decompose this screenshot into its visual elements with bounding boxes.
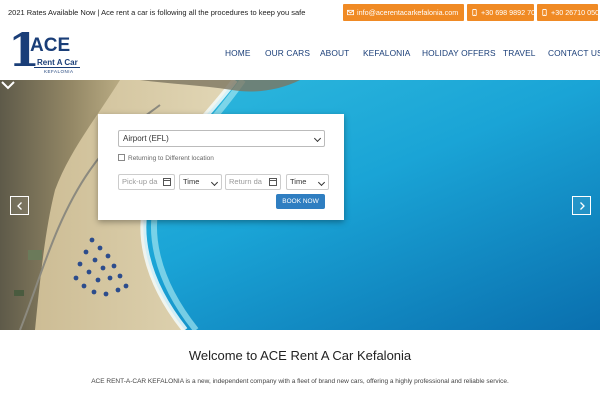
calendar-icon — [163, 178, 171, 186]
site-header: 1 ACE Rent A Car KEFALONIA HOME OUR CARS… — [0, 26, 600, 80]
return-time-value: Time — [290, 177, 307, 186]
booking-form: Airport (EFL) Returning to Different loc… — [98, 114, 344, 220]
chevron-left-icon — [17, 202, 22, 210]
pickup-time-select[interactable]: Time — [179, 174, 222, 190]
logo[interactable]: 1 ACE Rent A Car KEFALONIA — [8, 27, 86, 78]
chevron-right-icon — [580, 202, 585, 210]
welcome-text: ACE RENT-A-CAR KEFALONIA is a new, indep… — [91, 378, 509, 385]
return-different-location[interactable]: Returning to Different location — [118, 154, 214, 164]
slider-prev-button[interactable] — [10, 196, 29, 215]
hero-slider: Airport (EFL) Returning to Different loc… — [0, 80, 600, 330]
nav-about[interactable]: ABOUT — [320, 48, 349, 58]
return-date-input[interactable]: Return da — [225, 174, 281, 190]
book-now-button[interactable]: BOOK NOW — [276, 194, 325, 209]
mobile-number[interactable]: +30 698 9892 701 — [481, 8, 539, 17]
nav-contact-us[interactable]: CONTACT US — [548, 48, 600, 58]
email-button[interactable]: info@acerentacarkefalonia.com — [343, 4, 464, 21]
top-bar: 2021 Rates Available Now | Ace rent a ca… — [0, 0, 600, 26]
return-different-label: Returning to Different location — [128, 155, 214, 162]
chevron-down-icon — [313, 134, 322, 143]
logo-location: KEFALONIA — [44, 69, 74, 74]
logo-name: ACE — [30, 35, 71, 56]
pickup-time-value: Time — [183, 177, 200, 186]
mail-icon — [347, 9, 354, 16]
return-date-placeholder: Return da — [229, 177, 262, 186]
return-time-select[interactable]: Time — [286, 174, 329, 190]
phone-icon — [542, 9, 547, 16]
nav-travel[interactable]: TRAVEL — [503, 48, 536, 58]
chevron-down-icon — [210, 178, 219, 187]
phone-number[interactable]: +30 26710 05001 — [551, 8, 600, 17]
logo-underline — [34, 67, 80, 68]
logo-tagline: Rent A Car — [37, 58, 78, 67]
return-different-checkbox[interactable] — [118, 154, 125, 161]
rates-notice: 2021 Rates Available Now | Ace rent a ca… — [8, 8, 306, 17]
pickup-location-value: Airport (EFL) — [123, 134, 169, 143]
chevron-down-icon[interactable] — [0, 80, 16, 90]
pickup-location-select[interactable]: Airport (EFL) — [118, 130, 325, 147]
pickup-date-placeholder: Pick-up da — [122, 177, 158, 186]
calendar-icon — [269, 178, 277, 186]
nav-our-cars[interactable]: OUR CARS — [265, 48, 310, 58]
mobile-button[interactable]: +30 698 9892 701 — [467, 4, 539, 21]
mobile-icon — [472, 9, 477, 16]
nav-kefalonia[interactable]: KEFALONIA — [363, 48, 410, 58]
chevron-down-icon — [317, 178, 326, 187]
phone-button[interactable]: +30 26710 05001 — [537, 4, 600, 21]
nav-home[interactable]: HOME — [225, 48, 251, 58]
nav-holiday-offers[interactable]: HOLIDAY OFFERS — [422, 48, 496, 58]
pickup-date-input[interactable]: Pick-up da — [118, 174, 175, 190]
welcome-title: Welcome to ACE Rent A Car Kefalonia — [188, 348, 412, 363]
slider-next-button[interactable] — [572, 196, 591, 215]
email-link[interactable]: info@acerentacarkefalonia.com — [357, 8, 458, 17]
